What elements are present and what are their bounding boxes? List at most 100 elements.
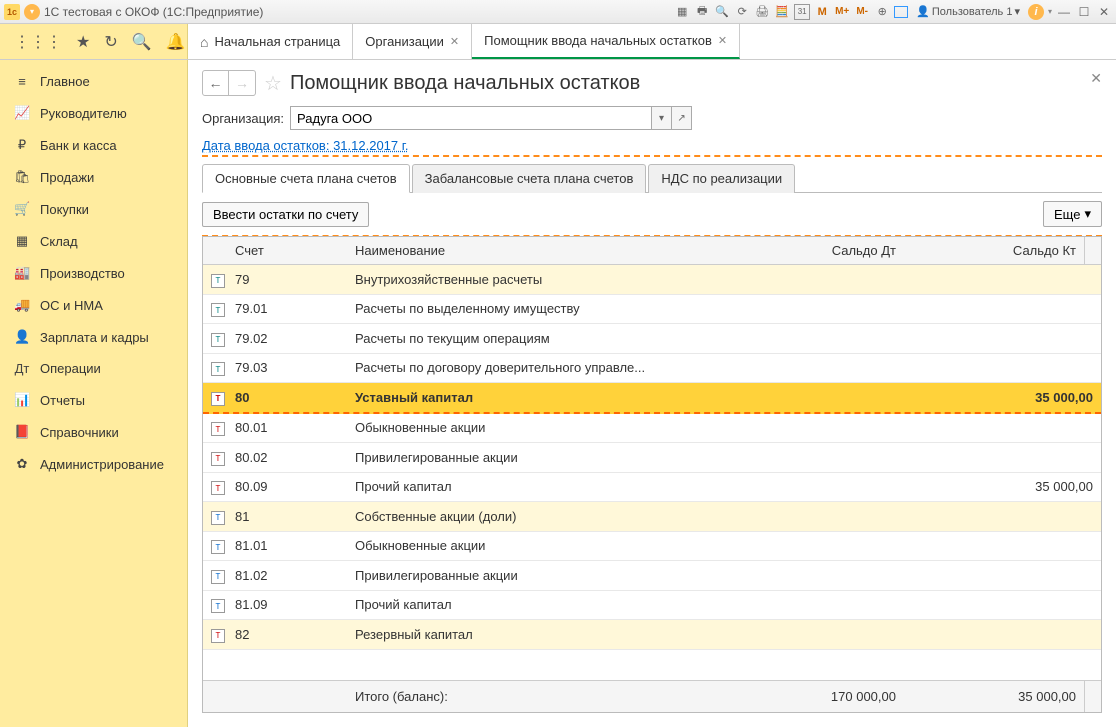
close-window-button[interactable]: ✕: [1096, 4, 1112, 20]
subtab-offbalance[interactable]: Забалансовые счета плана счетов: [412, 164, 647, 193]
cell-debit: [741, 510, 921, 522]
sidebar-item-9[interactable]: ДтОперации: [0, 353, 187, 384]
subtab-main-accounts[interactable]: Основные счета плана счетов: [202, 164, 410, 193]
table-row[interactable]: T81.02Привилегированные акции: [203, 561, 1101, 591]
table-row[interactable]: T79.03Расчеты по договору доверительного…: [203, 354, 1101, 384]
sidebar-item-8[interactable]: 👤Зарплата и кадры: [0, 321, 187, 353]
cell-debit: [741, 451, 921, 463]
cell-debit: [741, 273, 921, 285]
col-name[interactable]: Наименование: [347, 237, 724, 264]
table-row[interactable]: T79.02Расчеты по текущим операциям: [203, 324, 1101, 354]
zoom-icon[interactable]: ⊕: [874, 4, 890, 20]
panel-icon[interactable]: [894, 6, 908, 18]
table-row[interactable]: T81.01Обыкновенные акции: [203, 532, 1101, 562]
m-icon[interactable]: M: [814, 4, 830, 20]
table-row[interactable]: T81.09Прочий капитал: [203, 591, 1101, 621]
table-row[interactable]: T80.01Обыкновенные акции: [203, 414, 1101, 444]
cell-debit: [741, 481, 921, 493]
more-button[interactable]: Еще ▾: [1043, 201, 1102, 227]
account-type-icon: T: [211, 540, 225, 554]
star-icon[interactable]: ★: [76, 32, 90, 52]
sidebar-icon: 👤: [14, 329, 30, 345]
forward-button[interactable]: →: [229, 71, 255, 95]
sidebar-item-4[interactable]: 🛒Покупки: [0, 193, 187, 225]
user-menu[interactable]: 👤 Пользователь 1 ▾: [912, 5, 1024, 18]
sidebar-item-0[interactable]: ≡Главное: [0, 66, 187, 97]
cell-debit: [741, 362, 921, 374]
cell-credit: [921, 628, 1101, 640]
sidebar-label: Банк и касса: [40, 138, 117, 153]
apps-icon[interactable]: ⋮⋮⋮: [14, 32, 62, 52]
grid-icon[interactable]: ▦: [674, 4, 690, 20]
sidebar-label: Покупки: [40, 202, 89, 217]
back-button[interactable]: ←: [203, 71, 229, 95]
col-credit[interactable]: Сальдо Кт: [904, 237, 1084, 264]
balance-date-link[interactable]: Дата ввода остатков: 31.12.2017 г.: [202, 138, 1102, 157]
sidebar-item-2[interactable]: ₽Банк и касса: [0, 129, 187, 161]
search-doc-icon[interactable]: 🔍: [714, 4, 730, 20]
sidebar-item-6[interactable]: 🏭Производство: [0, 257, 187, 289]
m-plus-icon[interactable]: M+: [834, 4, 850, 20]
history-icon[interactable]: ↻: [104, 32, 117, 52]
table-row[interactable]: T82Резервный капитал: [203, 620, 1101, 650]
sidebar-item-3[interactable]: 🛍Продажи: [0, 161, 187, 193]
col-account[interactable]: Счет: [227, 237, 347, 264]
cell-name: Внутрихозяйственные расчеты: [347, 266, 741, 293]
org-field-row: Организация: ▾ ↗: [202, 106, 1102, 130]
sidebar-item-12[interactable]: ✿Администрирование: [0, 448, 187, 480]
table-footer: Итого (баланс): 170 000,00 35 000,00: [203, 680, 1101, 712]
m-minus-icon[interactable]: M-: [854, 4, 870, 20]
table-row[interactable]: T79Внутрихозяйственные расчеты: [203, 265, 1101, 295]
sidebar-label: Главное: [40, 74, 90, 89]
app-menu-dropdown[interactable]: ▾: [24, 4, 40, 20]
cell-account: 81: [227, 503, 347, 530]
printer-icon[interactable]: 🖨: [754, 4, 770, 20]
window-title: 1C тестовая с ОКОФ (1С:Предприятие): [44, 5, 263, 19]
table-row[interactable]: T80.02Привилегированные акции: [203, 443, 1101, 473]
refresh-icon[interactable]: ⟳: [734, 4, 750, 20]
enter-balance-button[interactable]: Ввести остатки по счету: [202, 202, 369, 227]
info-icon[interactable]: i: [1028, 4, 1044, 20]
org-input[interactable]: [291, 107, 651, 129]
sidebar-item-5[interactable]: ▦Склад: [0, 225, 187, 257]
dropdown-button[interactable]: ▾: [651, 107, 671, 129]
cell-debit: [741, 391, 921, 403]
close-icon[interactable]: ✕: [718, 34, 727, 47]
close-icon[interactable]: ✕: [450, 35, 459, 48]
search-icon[interactable]: 🔍: [132, 32, 152, 52]
account-type-icon: T: [211, 333, 225, 347]
table-header: Счет Наименование Сальдо Дт Сальдо Кт: [203, 237, 1101, 265]
window-titlebar: 1c ▾ 1C тестовая с ОКОФ (1С:Предприятие)…: [0, 0, 1116, 24]
cell-credit: 35 000,00: [921, 473, 1101, 500]
table-row[interactable]: T80.09Прочий капитал35 000,00: [203, 473, 1101, 503]
col-debit[interactable]: Сальдо Дт: [724, 237, 904, 264]
maximize-button[interactable]: ☐: [1076, 4, 1092, 20]
sidebar-item-1[interactable]: 📈Руководителю: [0, 97, 187, 129]
command-bar: Ввести остатки по счету Еще ▾: [202, 193, 1102, 237]
footer-credit: 35 000,00: [904, 681, 1084, 712]
sidebar-icon: 🏭: [14, 265, 30, 281]
close-page-button[interactable]: ✕: [1090, 70, 1102, 87]
bell-icon[interactable]: 🔔: [166, 32, 186, 52]
calendar-icon[interactable]: 31: [794, 4, 810, 20]
cell-credit: 35 000,00: [921, 384, 1101, 411]
calc-icon[interactable]: 🧮: [774, 4, 790, 20]
favorite-star-icon[interactable]: ☆: [264, 71, 282, 96]
sidebar-item-7[interactable]: 🚚ОС и НМА: [0, 289, 187, 321]
open-button[interactable]: ↗: [671, 107, 691, 129]
tab-home[interactable]: ⌂ Начальная страница: [188, 24, 353, 59]
table-row[interactable]: T79.01Расчеты по выделенному имуществу: [203, 295, 1101, 325]
table-row[interactable]: T81Собственные акции (доли): [203, 502, 1101, 532]
minimize-button[interactable]: —: [1056, 4, 1072, 20]
sidebar-item-10[interactable]: 📊Отчеты: [0, 384, 187, 416]
sidebar-item-11[interactable]: 📕Справочники: [0, 416, 187, 448]
subtab-vat[interactable]: НДС по реализации: [648, 164, 795, 193]
tab-assistant[interactable]: Помощник ввода начальных остатков ✕: [472, 24, 740, 59]
table-row[interactable]: T80Уставный капитал35 000,00: [203, 383, 1101, 414]
table-body[interactable]: T79Внутрихозяйственные расчетыT79.01Расч…: [203, 265, 1101, 680]
sidebar-label: Руководителю: [40, 106, 127, 121]
cell-name: Прочий капитал: [347, 473, 741, 500]
subtabs: Основные счета плана счетов Забалансовые…: [202, 163, 1102, 193]
print-icon[interactable]: 🖶: [694, 4, 710, 20]
tab-organizations[interactable]: Организации ✕: [353, 24, 472, 59]
